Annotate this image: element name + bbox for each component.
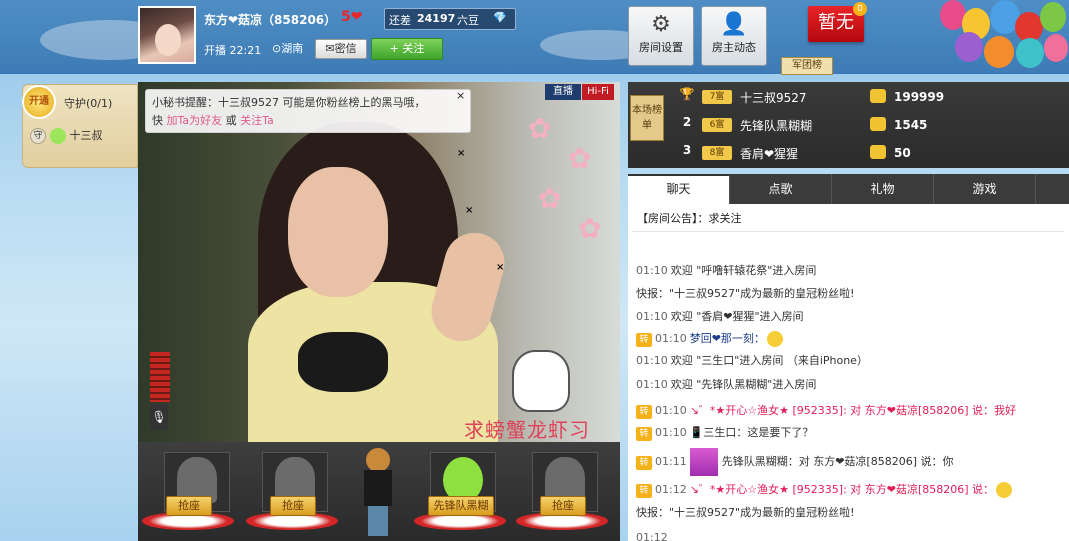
chat-message: 转 01:12 ↘゛*★开心☆渔女★ [952335]: 对 东方❤菇凉[85820…	[636, 481, 1013, 498]
chat-message: 转 01:10 梦回❤那一刻：	[636, 330, 783, 347]
live-badge: 直播	[545, 84, 581, 100]
member-avatar	[50, 128, 66, 144]
grab-seat-button[interactable]: 抢座	[166, 496, 212, 516]
mail-icon: ✉	[325, 42, 335, 55]
balloon-decoration	[1044, 34, 1068, 62]
close-icon[interactable]: ×	[457, 148, 465, 159]
chat-message: 转 01:10 📱三生口：这是要下了？	[636, 424, 813, 441]
grab-seat-button[interactable]: 抢座	[270, 496, 316, 516]
guard-title: 守护(0/1)	[64, 97, 113, 110]
host-level-badge: 5❤	[341, 9, 363, 25]
add-friend-link[interactable]: 加Ta为好友	[167, 114, 223, 127]
cat-sticker	[512, 350, 570, 412]
pin-icon: ⊙	[272, 42, 282, 55]
balloon-decoration	[1016, 38, 1044, 68]
gap-suffix: 六豆	[457, 14, 479, 27]
follow-button[interactable]: + 关注	[371, 38, 443, 60]
video-banner-text: 求螃蟹龙虾习	[464, 418, 590, 442]
diamond-icon: 💎	[493, 11, 507, 24]
live-time: 开播 22:21	[204, 44, 262, 57]
chat-message: 01:10 欢迎 "三生口"进入房间 （来自iPhone）	[636, 354, 868, 367]
coin-icon	[870, 89, 886, 103]
close-icon[interactable]: ×	[465, 205, 473, 216]
chat-message: 01:12	[636, 531, 668, 541]
balloon-decoration	[1040, 2, 1066, 32]
balloon-decoration	[955, 32, 983, 62]
private-message-button[interactable]: ✉密信	[315, 39, 367, 59]
host-feed-button[interactable]: 👤 房主动态	[701, 6, 767, 66]
tab-games[interactable]: 游戏	[934, 174, 1036, 204]
gear-icon: ⚙	[651, 12, 671, 37]
follow-link[interactable]: 关注Ta	[240, 114, 274, 127]
guard-icon: 守	[30, 128, 46, 144]
gap-label: 还差	[389, 14, 411, 27]
coin-icon	[870, 145, 886, 159]
tab-chat[interactable]: 聊天	[628, 174, 730, 204]
close-icon[interactable]: ×	[496, 262, 504, 273]
coin-icon	[870, 117, 886, 131]
balloon-decoration	[984, 36, 1014, 68]
emoji-icon	[766, 331, 783, 347]
chat-message: 01:10 欢迎 "先锋队黑糊糊"进入房间	[636, 378, 817, 391]
emoji-icon	[996, 482, 1013, 498]
gap-value: 24197	[417, 12, 456, 25]
guard-member[interactable]: 守 十三叔	[30, 127, 103, 144]
group-badge: 0	[853, 2, 867, 16]
divider	[632, 231, 1064, 232]
tab-gifts[interactable]: 礼物	[832, 174, 934, 204]
room-notice: 【房间公告】：求关注	[637, 212, 742, 225]
level-gap-box: 还差 24197 六豆 💎	[384, 8, 516, 30]
grab-seat-button[interactable]: 抢座	[540, 496, 586, 516]
location: ⊙湖南	[272, 42, 304, 55]
volume-meter	[150, 352, 170, 402]
assistant-tip: 小秘书提醒：十三叔9527 可能是你粉丝榜上的黑马哦， 快 加Ta为好友 或 关…	[145, 89, 471, 133]
trophy-icon: 🏆	[679, 87, 695, 101]
host-name: 东方❤菇凉（858206）	[204, 13, 337, 27]
user-icon: 👤	[720, 12, 748, 37]
rank-label: 本场榜单	[630, 95, 664, 141]
group-rank-button[interactable]: 军团榜	[781, 57, 833, 75]
phone-icon: 📱	[689, 426, 704, 439]
close-icon[interactable]: ×	[456, 89, 465, 102]
microphone-icon[interactable]: 🎙	[150, 404, 168, 430]
room-settings-button[interactable]: ⚙ 房间设置	[628, 6, 694, 66]
chat-message: 转 01:10 ↘゛*★开心☆渔女★ [952335]: 对 东方❤菇凉[85820…	[636, 402, 1016, 419]
open-guard-button[interactable]: 开通	[22, 85, 56, 119]
chat-messages[interactable]: 01:10 欢迎 "呼噜轩辕花祭"进入房间 快报："十三叔9527"成为最新的皇冠…	[636, 238, 1067, 541]
star-avatar	[689, 448, 718, 476]
host-avatar[interactable]	[138, 6, 196, 64]
tab-songs[interactable]: 点歌	[730, 174, 832, 204]
hifi-badge[interactable]: Hi-Fi	[582, 84, 614, 100]
chat-message: 01:10 欢迎 "呼噜轩辕花祭"进入房间	[636, 264, 817, 277]
host-character	[362, 448, 394, 538]
chat-message: 转 01:11 先锋队黑糊糊：对 东方❤菇凉[858206] 说：你	[636, 448, 954, 476]
seat-occupant[interactable]: 先锋队黑糊	[428, 496, 494, 516]
chat-message: 01:10 欢迎 "香肩❤猩猩"进入房间	[636, 310, 804, 323]
chat-message: 快报："十三叔9527"成为最新的皇冠粉丝啦!	[636, 287, 855, 300]
chat-message: 快报："十三叔9527"成为最新的皇冠粉丝啦!	[636, 506, 855, 519]
